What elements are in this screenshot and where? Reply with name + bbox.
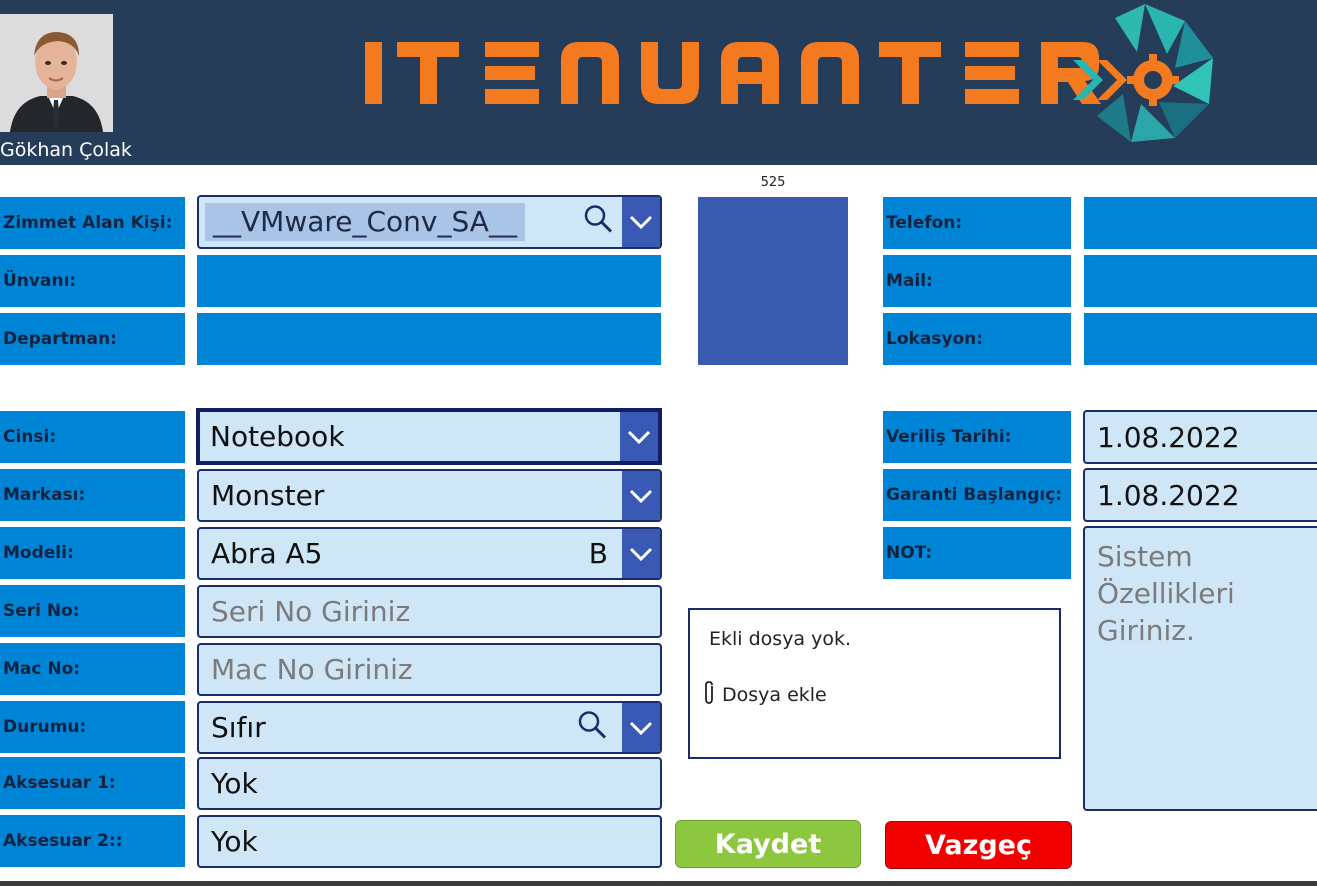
chevron-down-icon[interactable] <box>622 471 660 520</box>
status-combobox[interactable]: Sıfır <box>197 701 662 754</box>
paperclip-icon <box>702 680 718 710</box>
record-counter: 525 <box>760 175 786 190</box>
model-label: Modeli: <box>0 527 185 579</box>
search-icon[interactable] <box>582 203 614 242</box>
assignee-label: Zimmet Alan Kişi: <box>0 197 185 249</box>
assignee-value: __VMware_Conv_SA__ <box>205 203 525 241</box>
warranty-start-label: Garanti Başlangıç: <box>883 469 1071 521</box>
phone-label: Telefon: <box>883 197 1071 249</box>
note-placeholder: Sistem Özellikleri Giriniz. <box>1097 540 1235 647</box>
delivery-date-value: 1.08.2022 <box>1097 420 1240 454</box>
mac-label: Mac No: <box>0 643 185 695</box>
delivery-date-input[interactable]: 1.08.2022 <box>1083 410 1317 464</box>
location-label: Lokasyon: <box>883 313 1071 365</box>
chevron-down-icon[interactable] <box>622 197 660 247</box>
add-attachment-label: Dosya ekle <box>722 684 827 706</box>
add-attachment-link[interactable]: Dosya ekle <box>702 680 827 710</box>
delivery-date-label: Veriliş Tarihi: <box>883 411 1071 463</box>
attachments-panel: Ekli dosya yok. Dosya ekle <box>688 608 1061 759</box>
mac-input[interactable]: Mac No Giriniz <box>197 643 662 696</box>
mac-placeholder: Mac No Giriniz <box>211 653 413 686</box>
warranty-start-input[interactable]: 1.08.2022 <box>1083 468 1317 522</box>
brand-label: Markası: <box>0 469 185 521</box>
title-label: Ünvanı: <box>0 255 185 307</box>
accessory2-value: Yok <box>211 825 258 858</box>
save-button[interactable]: Kaydet <box>675 820 861 868</box>
location-field <box>1084 313 1317 365</box>
cancel-button[interactable]: Vazgeç <box>885 821 1072 869</box>
department-label: Departman: <box>0 313 185 365</box>
mail-label: Mail: <box>883 255 1071 307</box>
brand-dropdown[interactable]: Monster <box>197 469 662 522</box>
accessory2-input[interactable]: Yok <box>197 815 662 868</box>
horizontal-scrollbar[interactable] <box>0 881 1317 886</box>
type-value: Notebook <box>210 420 345 453</box>
serial-placeholder: Seri No Giriniz <box>211 595 411 628</box>
accessory1-input[interactable]: Yok <box>197 757 662 810</box>
type-dropdown[interactable]: Notebook <box>196 408 662 465</box>
accessory2-label: Aksesuar 2:: <box>0 815 185 867</box>
accessory1-value: Yok <box>211 767 258 800</box>
serial-input[interactable]: Seri No Giriniz <box>197 585 662 638</box>
model-suffix: B <box>588 537 608 570</box>
user-avatar <box>0 14 113 132</box>
brand-value: Monster <box>211 479 325 512</box>
chevron-down-icon[interactable] <box>620 412 658 461</box>
note-label: NOT: <box>883 527 1071 579</box>
model-dropdown[interactable]: Abra A5 B <box>197 527 662 580</box>
serial-label: Seri No: <box>0 585 185 637</box>
phone-field <box>1084 197 1317 249</box>
type-label: Cinsi: <box>0 411 185 463</box>
warranty-start-value: 1.08.2022 <box>1097 478 1240 512</box>
note-textarea[interactable]: Sistem Özellikleri Giriniz. <box>1083 526 1317 811</box>
chevron-down-icon[interactable] <box>622 703 660 752</box>
accessory1-label: Aksesuar 1: <box>0 757 185 809</box>
chevron-down-icon[interactable] <box>622 529 660 578</box>
mail-field <box>1084 255 1317 307</box>
status-label: Durumu: <box>0 701 185 753</box>
employee-photo <box>698 197 848 365</box>
department-field <box>197 313 661 365</box>
title-field <box>197 255 661 307</box>
it-envanter-logo <box>355 0 1225 165</box>
user-name: Gökhan Çolak <box>0 139 132 161</box>
assignee-combobox[interactable]: __VMware_Conv_SA__ <box>197 195 662 249</box>
attachments-empty-text: Ekli dosya yok. <box>709 628 852 650</box>
search-icon[interactable] <box>576 708 608 747</box>
